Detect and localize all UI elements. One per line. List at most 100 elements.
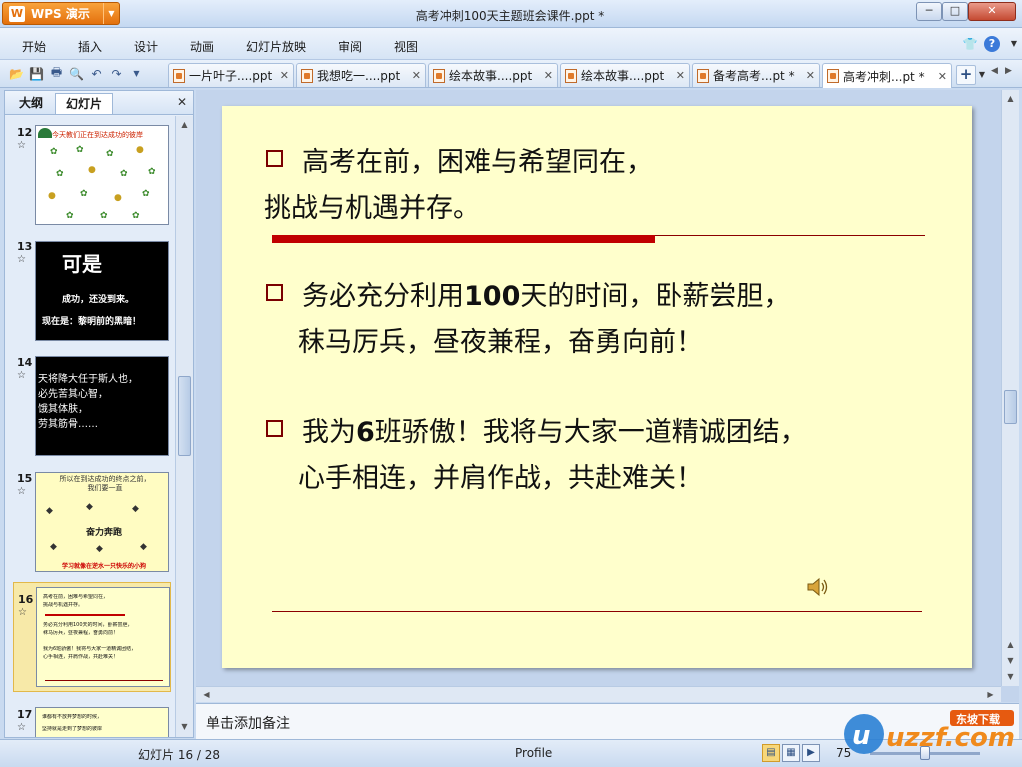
- tab-scroll-right-icon[interactable]: ▶: [1005, 66, 1019, 84]
- scroll-right-icon[interactable]: ▶: [984, 688, 997, 702]
- slide-vertical-scrollbar[interactable]: ▲ ▲ ▼ ▼: [1001, 90, 1019, 686]
- slide-text-part: 天的时间，卧薪尝胆，: [520, 281, 791, 312]
- menu-home[interactable]: 开始: [22, 38, 46, 55]
- slide-thumbnail-list: 12 ☆ 今天教们正在到达成功的彼岸 ✿ ✿ ✿ ● ✿ ● ✿ ✿ ● ✿ ●…: [5, 116, 175, 737]
- chevron-down-icon[interactable]: ▼: [1006, 36, 1022, 52]
- menu-review[interactable]: 审阅: [338, 38, 362, 55]
- turtle-icon: ●: [88, 165, 96, 175]
- doc-tab[interactable]: 我想吃一....ppt ✕: [296, 63, 426, 87]
- slide-number: 14: [17, 356, 33, 369]
- open-folder-icon[interactable]: 📂: [8, 65, 25, 82]
- scroll-up-icon[interactable]: ▲: [1004, 92, 1017, 106]
- close-icon[interactable]: ✕: [177, 95, 187, 109]
- close-tab-icon[interactable]: ✕: [806, 69, 815, 82]
- tab-scroll-left-icon[interactable]: ◀: [991, 66, 1005, 84]
- chevron-down-icon[interactable]: ▼: [103, 3, 119, 24]
- scroll-up-icon[interactable]: ▲: [178, 118, 191, 132]
- toolbar-customize-icon[interactable]: ▼: [128, 65, 145, 82]
- slide-thumbnail[interactable]: 15 ☆ 所以在到达成功的终点之前， 我们要一直 ◆ ◆ ◆ 奋力奔跑 ◆ ◆ …: [5, 462, 175, 574]
- slide-text[interactable]: 高考在前，困难与希望同在，: [302, 140, 653, 179]
- slide-preview: 可是 成功，还没到来。 现在是：黎明前的黑暗！: [35, 241, 169, 341]
- thumbnail-text: 务必充分利用100天的时间，卧薪尝胆，: [43, 622, 133, 628]
- menu-slideshow[interactable]: 幻灯片放映: [246, 38, 306, 55]
- help-icon[interactable]: ?: [984, 36, 1000, 52]
- doc-tab[interactable]: 备考高考...pt * ✕: [692, 63, 820, 87]
- close-tab-icon[interactable]: ✕: [280, 69, 289, 82]
- slide-red-bar: [272, 235, 655, 243]
- slide-thumbnail-selected[interactable]: 16 ☆ 高考在前，困难与希望同在， 挑战与机遇并存。 务必充分利用100天的时…: [13, 582, 171, 692]
- dog-icon: ◆: [132, 504, 139, 514]
- scroll-left-icon[interactable]: ◀: [200, 688, 213, 702]
- previous-slide-icon[interactable]: ▲: [1004, 638, 1017, 652]
- maximize-button[interactable]: □: [942, 2, 968, 21]
- slide-canvas[interactable]: 高考在前，困难与希望同在， 挑战与机遇并存。 务必充分利用100天的时间，卧薪尝…: [222, 106, 972, 668]
- slide-text-part: 务必充分利用: [302, 281, 464, 312]
- skin-shirt-icon[interactable]: 👕: [962, 36, 978, 52]
- plant-icon: ✿: [142, 189, 150, 199]
- close-tab-icon[interactable]: ✕: [412, 69, 421, 82]
- slide-number-text: 100: [464, 281, 521, 312]
- slide-sorter-icon[interactable]: ▦: [782, 744, 800, 762]
- slide-text[interactable]: 我为6班骄傲！我将与大家一道精诚团结，: [302, 410, 807, 449]
- scrollbar-thumb[interactable]: [178, 376, 191, 456]
- slide-preview: 所以在到达成功的终点之前， 我们要一直 ◆ ◆ ◆ 奋力奔跑 ◆ ◆ ◆ 学习就…: [35, 472, 169, 572]
- slide-counter: 幻灯片 16 / 28: [138, 748, 221, 762]
- slide-thumbnail[interactable]: 14 ☆ 天将降大任于斯人也， 必先苦其心智， 饿其体肤， 劳其筋骨……: [5, 346, 175, 458]
- scroll-down-icon[interactable]: ▼: [1004, 654, 1017, 668]
- next-slide-icon[interactable]: ▼: [1004, 670, 1017, 684]
- doc-tab[interactable]: 绘本故事....ppt ✕: [560, 63, 690, 87]
- thumbnail-title: 奋力奔跑: [86, 528, 123, 538]
- tab-slides[interactable]: 幻灯片: [55, 93, 114, 114]
- scrollbar-thumb[interactable]: [1004, 390, 1017, 424]
- close-tab-icon[interactable]: ✕: [938, 70, 947, 83]
- normal-view-icon[interactable]: ▤: [762, 744, 780, 762]
- slide-editor: 高考在前，困难与希望同在， 挑战与机遇并存。 务必充分利用100天的时间，卧薪尝…: [196, 90, 1019, 702]
- speaker-sound-icon[interactable]: [806, 576, 830, 598]
- slide-thumbnail[interactable]: 13 ☆ 可是 成功，还没到来。 现在是：黎明前的黑暗！: [5, 230, 175, 342]
- slide-text[interactable]: 挑战与机遇并存。: [264, 186, 480, 225]
- print-preview-icon[interactable]: 🔍: [68, 65, 85, 82]
- chevron-down-icon[interactable]: ▼: [976, 65, 988, 85]
- thumbnail-scrollbar[interactable]: ▲ ▼: [175, 116, 193, 737]
- thumbnail-text: 现在是：黎明前的黑暗！: [42, 317, 142, 327]
- print-icon[interactable]: 🖶: [48, 65, 65, 82]
- thumbnail-text: 成功，还没到来。: [62, 295, 135, 305]
- ppt-file-icon: [697, 68, 709, 83]
- close-tab-icon[interactable]: ✕: [544, 69, 553, 82]
- save-icon[interactable]: 💾: [28, 65, 45, 82]
- slide-text[interactable]: 秣马厉兵，昼夜兼程，奋勇向前！: [298, 320, 703, 359]
- slideshow-play-icon[interactable]: ▶: [802, 744, 820, 762]
- new-tab-plus-icon[interactable]: +: [956, 65, 976, 85]
- notes-pane[interactable]: 单击添加备注: [196, 703, 1019, 739]
- zoom-slider-knob[interactable]: [920, 746, 930, 760]
- notes-placeholder[interactable]: 单击添加备注: [206, 713, 290, 733]
- menu-animation[interactable]: 动画: [190, 38, 214, 55]
- minimize-button[interactable]: ─: [916, 2, 942, 21]
- close-tab-icon[interactable]: ✕: [676, 69, 685, 82]
- undo-icon[interactable]: ↶: [88, 65, 105, 82]
- plant-icon: ✿: [100, 211, 108, 221]
- doc-tab[interactable]: 一片叶子....ppt ✕: [168, 63, 294, 87]
- plant-icon: ✿: [148, 167, 156, 177]
- close-button[interactable]: ✕: [968, 2, 1016, 21]
- slide-thumbnail[interactable]: 12 ☆ 今天教们正在到达成功的彼岸 ✿ ✿ ✿ ● ✿ ● ✿ ✿ ● ✿ ●…: [5, 116, 175, 226]
- doc-tab-active[interactable]: 高考冲刺...pt * ✕: [822, 63, 952, 88]
- scroll-down-icon[interactable]: ▼: [178, 720, 191, 734]
- tab-outline[interactable]: 大纲: [9, 93, 53, 114]
- slide-text[interactable]: 务必充分利用100天的时间，卧薪尝胆，: [302, 274, 790, 313]
- thumbnail-text: 我为6班骄傲！我将与大家一道精诚团结，: [43, 646, 137, 652]
- wps-app-menu-button[interactable]: W WPS 演示 ▼: [2, 2, 120, 25]
- redo-icon[interactable]: ↷: [108, 65, 125, 82]
- menu-view[interactable]: 视图: [394, 38, 418, 55]
- slide-number: 13: [17, 240, 33, 253]
- slide-horizontal-scrollbar[interactable]: ◀ ▶: [196, 686, 1001, 702]
- slide-thumbnail[interactable]: 17 ☆ 谁都有不放弃梦想的时候， 坚持就是走到了梦想的彼岸: [5, 698, 175, 737]
- plant-icon: ✿: [50, 147, 58, 157]
- doc-tab[interactable]: 绘本故事....ppt ✕: [428, 63, 558, 87]
- animation-star-icon: ☆: [17, 486, 26, 497]
- menu-design[interactable]: 设计: [134, 38, 158, 55]
- slide-number: 12: [17, 126, 33, 139]
- thumbnail-text: 秣马厉兵，昼夜兼程，奋勇向前！: [43, 630, 119, 636]
- menu-insert[interactable]: 插入: [78, 38, 102, 55]
- slide-text[interactable]: 心手相连，并肩作战，共赴难关！: [298, 456, 703, 495]
